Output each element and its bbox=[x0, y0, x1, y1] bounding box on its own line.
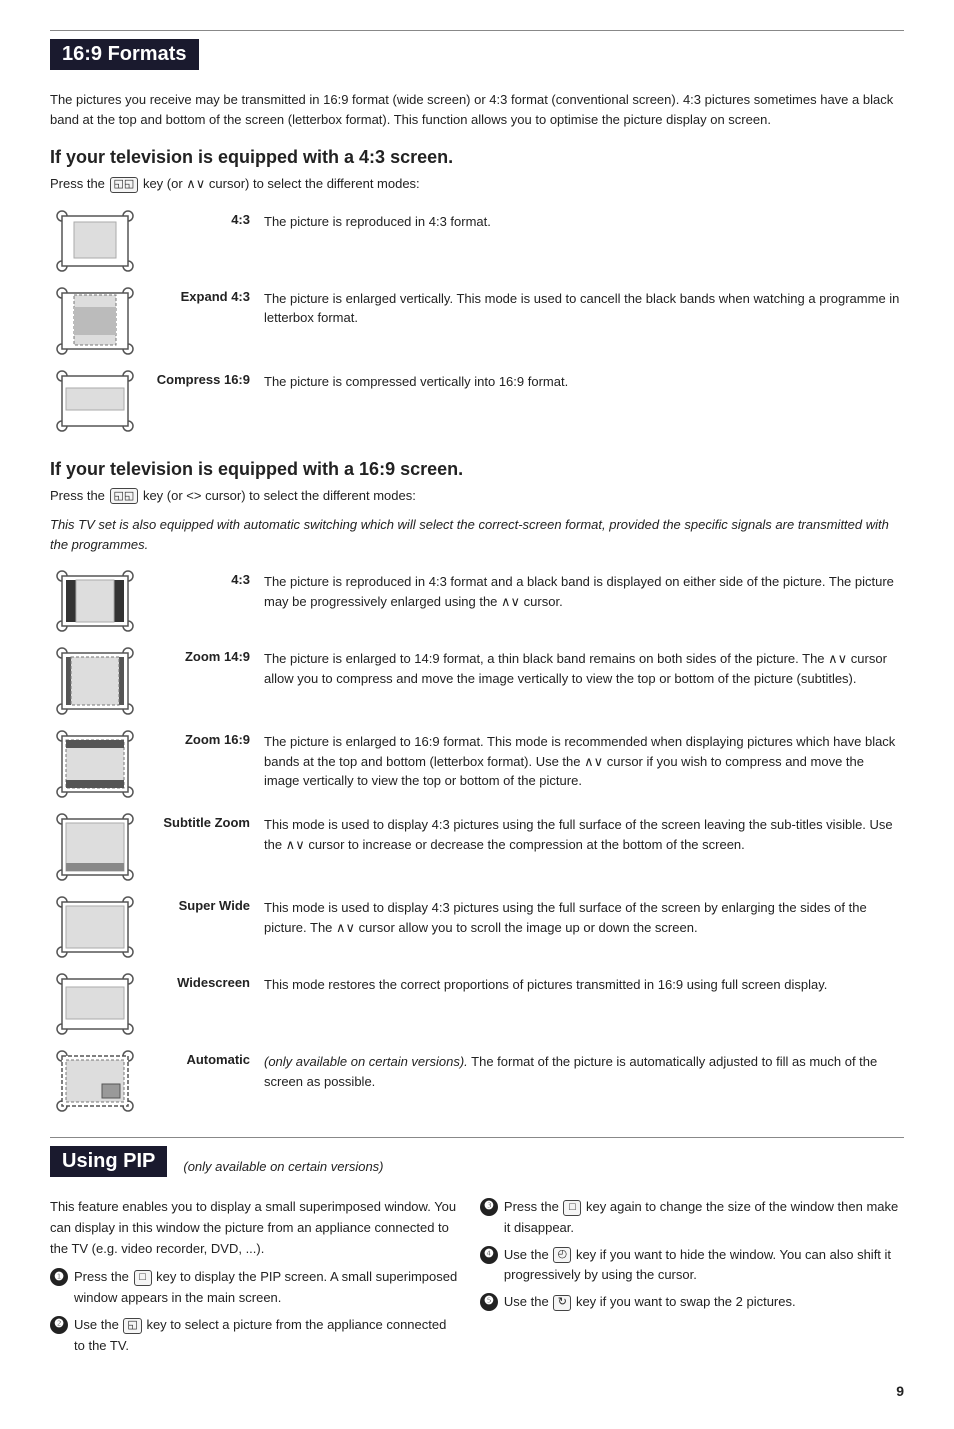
mode-row-zoom169: Zoom 16:9 The picture is enlarged to 16:… bbox=[50, 724, 904, 807]
mode-icon-automatic bbox=[50, 1044, 140, 1121]
key-icon-169screen: ◱◱ bbox=[110, 488, 139, 504]
mode-label-zoom149: Zoom 14:9 bbox=[140, 641, 260, 724]
pip-columns-wrapper: This feature enables you to display a sm… bbox=[50, 1197, 904, 1363]
step2-num: ❷ bbox=[50, 1316, 68, 1334]
mode-row-automatic: Automatic (only available on certain ver… bbox=[50, 1044, 904, 1121]
top-divider bbox=[50, 30, 904, 31]
mode-label-widescreen: Widescreen bbox=[140, 967, 260, 1044]
mode-label-43-wide: 4:3 bbox=[140, 564, 260, 641]
section1-intro: The pictures you receive may be transmit… bbox=[50, 90, 904, 129]
mode-row-widescreen: Widescreen This mode restores the correc… bbox=[50, 967, 904, 1044]
step4-num: ❹ bbox=[480, 1246, 498, 1264]
section2-title: Using PIP bbox=[50, 1146, 167, 1177]
pip-left-col: This feature enables you to display a sm… bbox=[50, 1197, 460, 1363]
subsection2-heading: If your television is equipped with a 16… bbox=[50, 459, 904, 480]
step3-text: Press the □ key again to change the size… bbox=[504, 1197, 904, 1239]
mode-label-zoom169: Zoom 16:9 bbox=[140, 724, 260, 807]
step2-text: Use the ◱ key to select a picture from t… bbox=[74, 1315, 460, 1357]
pip-key-5: ↻ bbox=[553, 1295, 571, 1311]
mode-row-subtitle-zoom: Subtitle Zoom This mode is used to displ… bbox=[50, 807, 904, 890]
key-icon-43screen: ◱◱ bbox=[110, 177, 139, 193]
mode-label-expand43: Expand 4:3 bbox=[140, 281, 260, 364]
mode-icon-43 bbox=[50, 204, 140, 281]
pip-key-2: ◱ bbox=[123, 1318, 141, 1334]
mode-row-compress169: Compress 16:9 The picture is compressed … bbox=[50, 364, 904, 441]
mode-label-compress169: Compress 16:9 bbox=[140, 364, 260, 441]
mode-desc-automatic: (only available on certain versions). Th… bbox=[260, 1044, 904, 1121]
mode-icon-43-wide bbox=[50, 564, 140, 641]
mode-desc-43: The picture is reproduced in 4:3 format. bbox=[260, 204, 904, 281]
step4-text: Use the ◴ key if you want to hide the wi… bbox=[504, 1245, 904, 1287]
mode-row-43-wide: 4:3 The picture is reproduced in 4:3 for… bbox=[50, 564, 904, 641]
modes-43-table: 4:3 The picture is reproduced in 4:3 for… bbox=[50, 204, 904, 441]
section2-subtitle: (only available on certain versions) bbox=[183, 1159, 383, 1174]
mode-desc-zoom169: The picture is enlarged to 16:9 format. … bbox=[260, 724, 904, 807]
mode-icon-expand43 bbox=[50, 281, 140, 364]
step3-num: ❸ bbox=[480, 1198, 498, 1216]
pip-divider bbox=[50, 1137, 904, 1138]
modes-169-table: 4:3 The picture is reproduced in 4:3 for… bbox=[50, 564, 904, 1121]
page-number: 9 bbox=[50, 1383, 904, 1399]
mode-desc-43-wide: The picture is reproduced in 4:3 format … bbox=[260, 564, 904, 641]
automatic-italic: (only available on certain versions). bbox=[264, 1054, 468, 1069]
step5-text: Use the ↻ key if you want to swap the 2 … bbox=[504, 1292, 796, 1313]
section1-title: 16:9 Formats bbox=[50, 39, 199, 70]
pip-right-col: ❸ Press the □ key again to change the si… bbox=[480, 1197, 904, 1363]
pip-key-1: □ bbox=[134, 1270, 152, 1286]
pip-step-5: ❺ Use the ↻ key if you want to swap the … bbox=[480, 1292, 904, 1313]
step1-num: ❶ bbox=[50, 1268, 68, 1286]
subsection1-heading: If your television is equipped with a 4:… bbox=[50, 147, 904, 168]
mode-label-super-wide: Super Wide bbox=[140, 890, 260, 967]
mode-desc-compress169: The picture is compressed vertically int… bbox=[260, 364, 904, 441]
mode-desc-expand43: The picture is enlarged vertically. This… bbox=[260, 281, 904, 364]
subsection1-press-line: Press the ◱◱ key (or ∧∨ cursor) to selec… bbox=[50, 174, 904, 194]
section1-header-block: 16:9 Formats bbox=[50, 39, 904, 80]
mode-icon-widescreen bbox=[50, 967, 140, 1044]
subsection2-italic-note: This TV set is also equipped with automa… bbox=[50, 515, 904, 554]
step1-text: Press the □ key to display the PIP scree… bbox=[74, 1267, 460, 1309]
pip-step-1: ❶ Press the □ key to display the PIP scr… bbox=[50, 1267, 460, 1309]
mode-row-43: 4:3 The picture is reproduced in 4:3 for… bbox=[50, 204, 904, 281]
mode-desc-super-wide: This mode is used to display 4:3 picture… bbox=[260, 890, 904, 967]
mode-row-zoom149: Zoom 14:9 The picture is enlarged to 14:… bbox=[50, 641, 904, 724]
step5-num: ❺ bbox=[480, 1293, 498, 1311]
pip-key-3: □ bbox=[563, 1200, 581, 1216]
mode-row-expand43: Expand 4:3 The picture is enlarged verti… bbox=[50, 281, 904, 364]
mode-row-super-wide: Super Wide This mode is used to display … bbox=[50, 890, 904, 967]
pip-key-4: ◴ bbox=[553, 1247, 571, 1263]
pip-step-3: ❸ Press the □ key again to change the si… bbox=[480, 1197, 904, 1239]
mode-icon-zoom169 bbox=[50, 724, 140, 807]
pip-intro: This feature enables you to display a sm… bbox=[50, 1197, 460, 1259]
mode-icon-compress169 bbox=[50, 364, 140, 441]
mode-desc-widescreen: This mode restores the correct proportio… bbox=[260, 967, 904, 1044]
mode-label-automatic: Automatic bbox=[140, 1044, 260, 1121]
mode-icon-subtitle-zoom bbox=[50, 807, 140, 890]
mode-icon-zoom149 bbox=[50, 641, 140, 724]
mode-desc-subtitle-zoom: This mode is used to display 4:3 picture… bbox=[260, 807, 904, 890]
pip-step-2: ❷ Use the ◱ key to select a picture from… bbox=[50, 1315, 460, 1357]
mode-icon-super-wide bbox=[50, 890, 140, 967]
mode-desc-zoom149: The picture is enlarged to 14:9 format, … bbox=[260, 641, 904, 724]
mode-label-43: 4:3 bbox=[140, 204, 260, 281]
pip-step-4: ❹ Use the ◴ key if you want to hide the … bbox=[480, 1245, 904, 1287]
subsection2-press-line: Press the ◱◱ key (or <> cursor) to selec… bbox=[50, 486, 904, 506]
mode-label-subtitle-zoom: Subtitle Zoom bbox=[140, 807, 260, 890]
